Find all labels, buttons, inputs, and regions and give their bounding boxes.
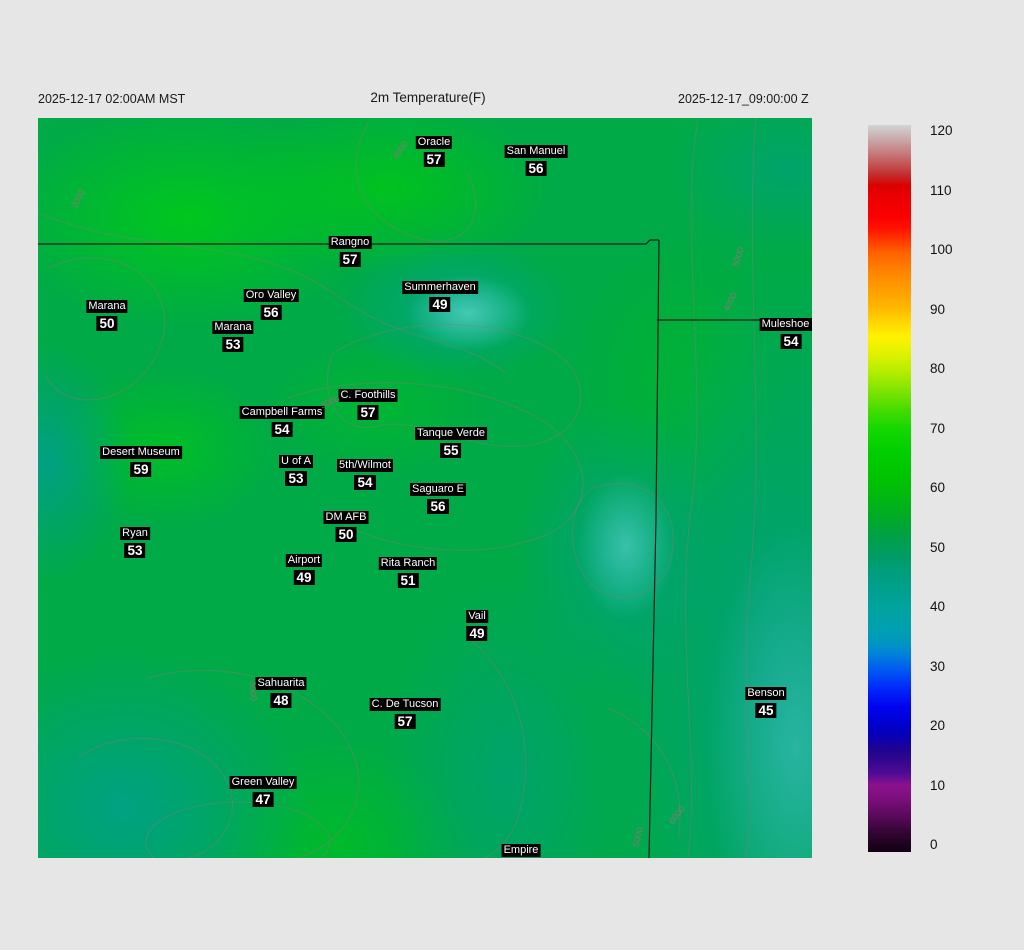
station-temperature-value: 56 [260,305,282,320]
colorbar-tick: 110 [930,182,952,198]
station-label: DM AFB 50 [323,511,369,542]
station-name: Oro Valley [243,289,299,302]
station-temperature-value: 57 [357,405,379,420]
station-temperature-value: 53 [124,543,146,558]
station-temperature-value: 57 [339,252,361,267]
colorbar-tick: 50 [930,539,946,555]
colorbar-tick: 30 [930,658,946,674]
colorbar-tick: 20 [930,718,946,733]
station-label: Rita Ranch 51 [378,557,438,588]
temperature-map: Oracle 57 San Manuel 56 Rangno 57 Marana 50 Oro … [38,118,812,858]
station-name: DM AFB [323,511,369,524]
station-name: C. Foothills [338,389,398,402]
station-label: Rangno 57 [328,236,372,267]
station-temperature-value: 49 [293,570,315,585]
station-label: Green Valley 47 [229,776,297,807]
station-name: Saguaro E [410,483,466,496]
station-name: U of A [279,455,313,468]
county-boundaries [38,239,812,858]
station-temperature-value: 56 [525,161,547,176]
station-temperature-value: 49 [466,626,488,641]
station-temperature-value: 59 [130,462,152,477]
station-temperature-value: 50 [96,316,118,331]
station-temperature-value: 51 [397,573,419,588]
station-label: C. Foothills 57 [338,389,398,420]
station-label: Airport 49 [285,554,323,585]
station-label: Empire [501,844,541,857]
colorbar-tick: 80 [930,361,946,376]
temperature-colorbar [868,125,911,852]
station-name: Muleshoe R [759,318,812,331]
model-run-datetime: 2025-12-17 02:00AM MST [38,92,186,106]
station-name: Marana [212,321,254,334]
station-name: Green Valley [229,776,297,789]
station-label: Tanque Verde 55 [415,427,487,458]
station-label: Desert Museum 59 [100,446,182,477]
station-temperature-value: 55 [440,443,462,458]
station-label: Oro Valley 56 [243,289,299,320]
station-name: Sahuarita [255,677,307,690]
station-temperature-value: 54 [271,422,293,437]
station-label: U of A 53 [279,455,313,486]
station-temperature-value: 57 [423,152,445,167]
station-name: Benson [745,687,787,700]
station-name: Desert Museum [100,446,182,459]
station-temperature-value: 53 [222,337,244,352]
station-name: C. De Tucson [369,698,441,711]
page-title: 2m Temperature(F) [370,90,486,105]
station-label: Oracle 57 [415,136,453,167]
station-label: Sahuarita 48 [255,677,307,708]
station-label: Marana 53 [212,321,254,352]
station-name: Oracle [415,136,453,149]
station-name: Empire [501,844,541,857]
elevation-contours [38,118,757,858]
station-name: 5th/Wilmot [337,459,393,472]
station-temperature-value: 57 [394,714,416,729]
station-temperature-value: 54 [780,334,802,349]
station-name: San Manuel [504,145,568,158]
station-name: Campbell Farms [239,406,325,419]
station-temperature-value: 54 [354,475,376,490]
station-name: Rita Ranch [378,557,438,570]
valid-datetime-utc: 2025-12-17_09:00:00 Z [678,92,809,106]
station-temperature-value: 48 [270,693,292,708]
station-temperature-value: 49 [429,297,451,312]
weather-map-page: 2025-12-17 02:00AM MST 2m Temperature(F)… [0,0,1024,950]
station-label: Muleshoe R 54 [759,318,812,349]
station-label: Summerhaven 49 [402,281,478,312]
station-temperature-value: 50 [335,527,357,542]
station-label: Campbell Farms 54 [239,406,325,437]
station-temperature-value: 47 [252,792,274,807]
station-name: Summerhaven [402,281,478,294]
colorbar-tick: 120 [930,123,953,138]
colorbar-tick: 60 [930,480,946,495]
colorbar-tick: 10 [930,777,946,793]
station-label: 5th/Wilmot 54 [337,459,393,490]
station-label: Ryan 53 [120,527,150,558]
colorbar-tick: 40 [930,599,946,614]
station-temperature-value: 53 [285,471,307,486]
contour-elevation-label: 3000 [247,680,259,702]
station-name: Airport [285,554,323,567]
colorbar-tick: 100 [930,242,953,257]
colorbar-tick: 90 [930,301,946,317]
station-label: Marana 50 [86,300,128,331]
station-name: Rangno [328,236,372,249]
station-label: San Manuel 56 [504,145,568,176]
station-name: Tanque Verde [415,427,487,440]
colorbar-tick: 0 [930,837,938,852]
station-label: Benson 45 [745,687,787,718]
station-name: Ryan [120,527,150,540]
station-label: Vail 49 [466,610,488,641]
colorbar-tick: 70 [930,420,946,436]
station-temperature-value: 56 [427,499,449,514]
station-label: C. De Tucson 57 [369,698,441,729]
station-label: Saguaro E 56 [410,483,466,514]
station-name: Marana [86,300,128,313]
station-temperature-value: 45 [755,703,777,718]
station-name: Vail [466,610,488,623]
